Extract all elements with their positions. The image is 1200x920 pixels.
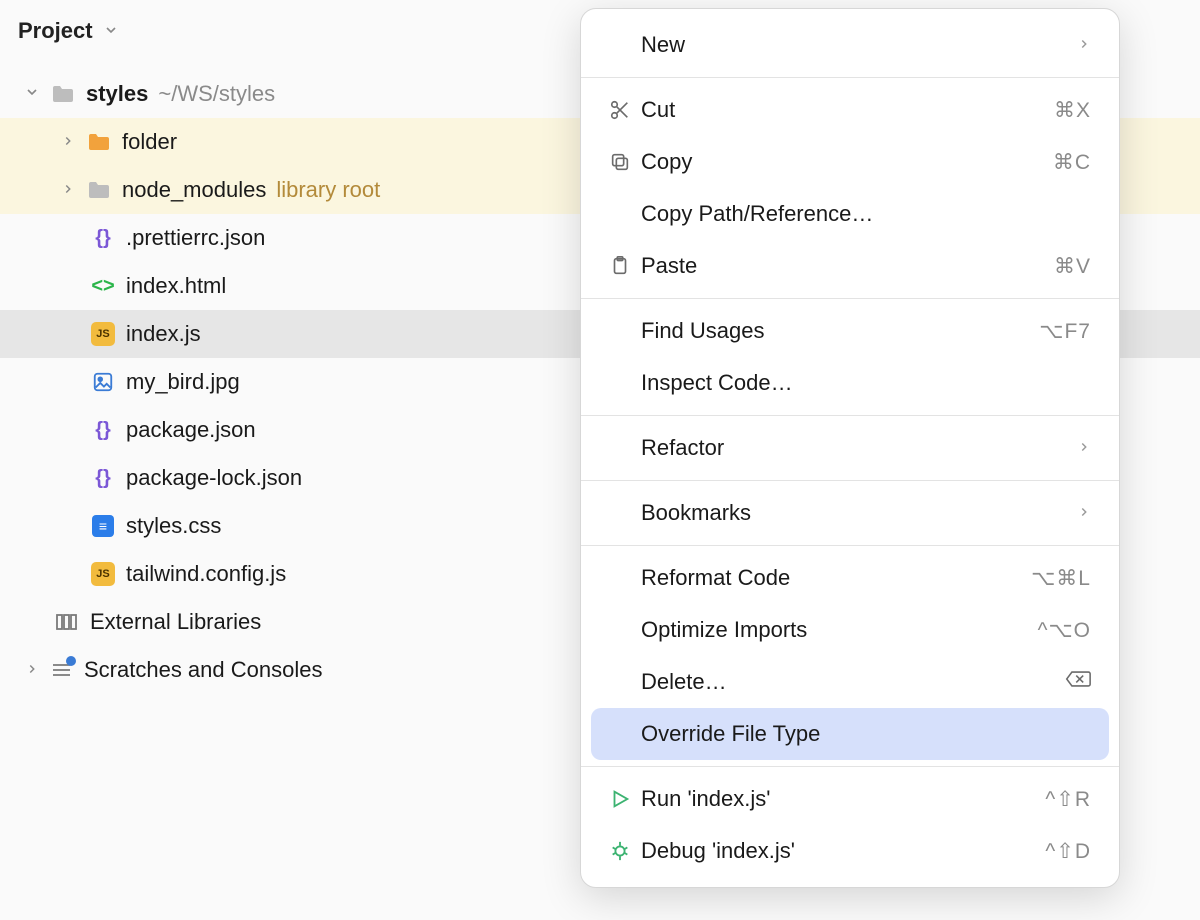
menu-label: Copy Path/Reference… — [641, 201, 1091, 227]
menu-new[interactable]: New — [581, 19, 1119, 71]
chevron-right-icon[interactable] — [50, 180, 86, 201]
menu-shortcut: ⌘C — [1053, 150, 1091, 175]
menu-inspect-code[interactable]: Inspect Code… — [581, 357, 1119, 409]
menu-label: Cut — [641, 97, 1054, 123]
tree-label: tailwind.config.js — [126, 561, 286, 587]
menu-label: Run 'index.js' — [641, 786, 1045, 812]
tree-label: Scratches and Consoles — [84, 657, 322, 683]
menu-cut[interactable]: Cut ⌘X — [581, 84, 1119, 136]
tree-label: styles — [86, 81, 148, 107]
json-icon: {} — [90, 465, 116, 491]
folder-icon — [86, 129, 112, 155]
tree-label: folder — [122, 129, 177, 155]
menu-separator — [581, 298, 1119, 299]
scissors-icon — [599, 99, 641, 121]
menu-debug[interactable]: Debug 'index.js' ^⇧D — [581, 825, 1119, 877]
menu-separator — [581, 766, 1119, 767]
tree-label: package-lock.json — [126, 465, 302, 491]
menu-copy[interactable]: Copy ⌘C — [581, 136, 1119, 188]
tree-label: index.html — [126, 273, 226, 299]
panel-chevron-down-icon[interactable] — [103, 18, 119, 44]
menu-label: Reformat Code — [641, 565, 1031, 591]
menu-label: Find Usages — [641, 318, 1039, 344]
chevron-right-icon — [1077, 34, 1091, 57]
tree-label: External Libraries — [90, 609, 261, 635]
menu-label: Inspect Code… — [641, 370, 1091, 396]
delete-key-icon — [1065, 669, 1091, 695]
menu-label: Paste — [641, 253, 1054, 279]
menu-shortcut: ^⇧D — [1045, 839, 1091, 864]
tree-label: package.json — [126, 417, 256, 443]
scratches-icon — [50, 660, 74, 680]
tree-path-hint: ~/WS/styles — [158, 81, 275, 107]
html-icon: <> — [90, 273, 116, 299]
tree-label: my_bird.jpg — [126, 369, 240, 395]
menu-separator — [581, 415, 1119, 416]
menu-shortcut: ⌥⌘L — [1031, 566, 1091, 591]
menu-label: Refactor — [641, 435, 1077, 461]
chevron-right-icon[interactable] — [14, 660, 50, 681]
menu-label: Bookmarks — [641, 500, 1077, 526]
json-icon: {} — [90, 417, 116, 443]
json-icon: {} — [90, 225, 116, 251]
menu-paste[interactable]: Paste ⌘V — [581, 240, 1119, 292]
library-icon — [54, 609, 80, 635]
chevron-down-icon[interactable] — [14, 84, 50, 105]
menu-shortcut: ^⇧R — [1045, 787, 1091, 812]
tree-label: node_modules — [122, 177, 266, 203]
js-icon: JS — [90, 561, 116, 587]
tree-label: styles.css — [126, 513, 221, 539]
folder-icon — [86, 177, 112, 203]
menu-label: Copy — [641, 149, 1053, 175]
clipboard-icon — [599, 255, 641, 277]
js-icon: JS — [90, 321, 116, 347]
menu-run[interactable]: Run 'index.js' ^⇧R — [581, 773, 1119, 825]
menu-separator — [581, 77, 1119, 78]
menu-delete[interactable]: Delete… — [581, 656, 1119, 708]
chevron-right-icon — [1077, 437, 1091, 460]
menu-override-file-type[interactable]: Override File Type — [591, 708, 1109, 760]
tree-label: .prettierrc.json — [126, 225, 265, 251]
play-icon — [599, 788, 641, 810]
menu-shortcut: ⌥F7 — [1039, 319, 1091, 344]
css-icon — [90, 513, 116, 539]
menu-shortcut: ⌘X — [1054, 98, 1091, 123]
menu-shortcut: ⌘V — [1054, 254, 1091, 279]
panel-title: Project — [18, 18, 93, 44]
chevron-right-icon[interactable] — [50, 132, 86, 153]
copy-icon — [599, 151, 641, 173]
chevron-right-icon — [1077, 502, 1091, 525]
menu-separator — [581, 480, 1119, 481]
menu-label: New — [641, 32, 1077, 58]
bug-icon — [599, 840, 641, 862]
menu-separator — [581, 545, 1119, 546]
menu-shortcut: ^⌥O — [1038, 618, 1091, 643]
menu-reformat-code[interactable]: Reformat Code ⌥⌘L — [581, 552, 1119, 604]
image-icon — [90, 369, 116, 395]
menu-label: Delete… — [641, 669, 1065, 695]
menu-label: Debug 'index.js' — [641, 838, 1045, 864]
tree-hint: library root — [276, 177, 380, 203]
menu-optimize-imports[interactable]: Optimize Imports ^⌥O — [581, 604, 1119, 656]
menu-bookmarks[interactable]: Bookmarks — [581, 487, 1119, 539]
menu-copy-path[interactable]: Copy Path/Reference… — [581, 188, 1119, 240]
tree-label: index.js — [126, 321, 201, 347]
context-menu: New Cut ⌘X Copy ⌘C Copy Path/Reference… … — [580, 8, 1120, 888]
menu-label: Optimize Imports — [641, 617, 1038, 643]
folder-icon — [50, 81, 76, 107]
menu-refactor[interactable]: Refactor — [581, 422, 1119, 474]
menu-find-usages[interactable]: Find Usages ⌥F7 — [581, 305, 1119, 357]
menu-label: Override File Type — [641, 721, 1091, 747]
